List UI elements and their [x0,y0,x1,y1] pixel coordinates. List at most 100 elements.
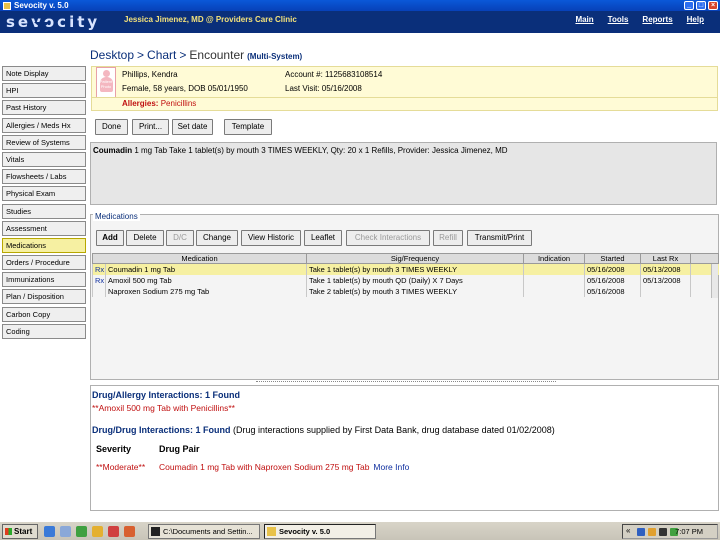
nav-plan-disposition[interactable]: Plan / Disposition [2,289,86,305]
breadcrumb-desktop[interactable]: Desktop [90,48,134,62]
start-button[interactable]: Start [2,524,38,539]
done-button[interactable]: Done [95,119,128,135]
nav-note-display[interactable]: Note Display [2,66,86,81]
delete-medication-button[interactable]: Delete [126,230,164,246]
patient-banner: Patient Photo Phillips, Kendra Female, 5… [91,66,718,98]
medication-indication [523,274,585,286]
media-quicklaunch-icon[interactable] [108,526,119,537]
menu-help[interactable]: Help [687,15,704,24]
medication-last-rx: 05/13/2008 [640,274,691,286]
table-header: Medication Sig/Frequency Indication Star… [92,253,719,264]
nav-hpi[interactable]: HPI [2,83,86,99]
person-head-icon [103,70,110,77]
table-scrollbar[interactable] [711,264,718,298]
windows-taskbar: Start C:\Documents and Settin... Sevocit… [0,521,720,540]
tray-expand-icon[interactable]: « [626,526,630,535]
rx-drug-name: Coumadin [93,146,133,155]
nav-flowsheets-labs[interactable]: Flowsheets / Labs [2,169,86,185]
breadcrumb: Desktop > Chart > Encounter (Multi-System) [90,48,302,62]
leaflet-button[interactable]: Leaflet [304,230,342,246]
patient-photo[interactable]: Patient Photo [96,67,116,98]
menu-reports[interactable]: Reports [642,15,672,24]
folder-quicklaunch-icon[interactable] [92,526,103,537]
medication-sig: Take 2 tablet(s) by mouth 3 TIMES WEEKLY [306,285,524,297]
refill-button[interactable]: Refill [433,230,463,246]
discontinue-button[interactable]: D/C [166,230,194,246]
column-medication[interactable]: Medication [92,253,307,264]
column-spacer [690,253,719,264]
nav-carbon-copy[interactable]: Carbon Copy [2,306,86,322]
taskbar-item-documents[interactable]: C:\Documents and Settin... [148,524,260,539]
app-quicklaunch-icon[interactable] [76,526,87,537]
nav-review-of-systems[interactable]: Review of Systems [2,134,86,150]
column-started[interactable]: Started [584,253,641,264]
column-sig-frequency[interactable]: Sig/Frequency [306,253,524,264]
drug-drug-title: Drug/Drug Interactions: 1 Found [92,425,231,435]
medication-started: 05/16/2008 [584,263,641,275]
medication-sig: Take 1 tablet(s) by mouth QD (Daily) X 7… [306,274,524,286]
transmit-print-button[interactable]: Transmit/Print [467,230,532,246]
view-historic-button[interactable]: View Historic [241,230,301,246]
nav-vitals[interactable]: Vitals [2,151,86,167]
nav-immunizations[interactable]: Immunizations [2,272,86,288]
change-button[interactable]: Change [196,230,238,246]
minimize-button[interactable]: _ [684,1,694,10]
nav-assessment[interactable]: Assessment [2,220,86,236]
rx-marker [92,285,106,297]
add-medication-button[interactable]: Add [96,230,124,246]
nav-past-history[interactable]: Past History [2,100,86,116]
left-nav: Note Display HPI Past History Allergies … [2,66,86,341]
column-last-rx[interactable]: Last Rx [640,253,691,264]
set-date-button[interactable]: Set date [172,119,213,135]
nav-coding[interactable]: Coding [2,323,86,339]
table-row[interactable]: Rx Coumadin 1 mg Tab Take 1 tablet(s) by… [92,263,719,275]
taskbar-item-sevocity[interactable]: Sevocity v. 5.0 [264,524,376,539]
medication-last-rx: 05/13/2008 [640,263,691,275]
more-info-link[interactable]: More Info [373,462,409,472]
medication-name: Amoxil 500 mg Tab [105,274,307,286]
template-button[interactable]: Template [224,119,272,135]
ie-quicklaunch-icon[interactable] [44,526,55,537]
window-title-bar[interactable]: Sevocity v. 5.0 _ □ × [0,0,720,11]
table-row[interactable]: Rx Amoxil 500 mg Tab Take 1 tablet(s) by… [92,274,719,286]
rx-marker: Rx [92,263,106,275]
task-label: Sevocity v. 5.0 [279,527,331,536]
breadcrumb-separator: > [137,48,145,62]
severity-column-header: Severity [96,444,132,454]
print-button[interactable]: Print... [132,119,169,135]
tray-volume-icon[interactable] [659,528,667,536]
drug-drug-title-line: Drug/Drug Interactions: 1 Found (Drug in… [92,425,555,435]
windows-logo-icon [5,528,12,535]
tray-security-icon[interactable] [648,528,656,536]
pane-splitter[interactable] [256,381,556,383]
menu-tools[interactable]: Tools [608,15,629,24]
task-label: C:\Documents and Settin... [163,527,253,536]
menu-main[interactable]: Main [575,15,593,24]
medication-indication [523,285,585,297]
breadcrumb-suffix: (Multi-System) [247,52,303,61]
nav-allergies-meds-hx[interactable]: Allergies / Meds Hx [2,117,86,133]
rx-marker: Rx [92,274,106,286]
drug-pair-value: Coumadin 1 mg Tab with Naproxen Sodium 2… [159,462,370,472]
table-row[interactable]: Naproxen Sodium 275 mg Tab Take 2 tablet… [92,285,719,297]
app-icon [3,1,11,10]
allergies-value: Penicillins [160,99,197,108]
nav-orders-procedure[interactable]: Orders / Procedure [2,255,86,271]
desktop-quicklaunch-icon[interactable] [60,526,71,537]
breadcrumb-separator: > [179,48,187,62]
drug-allergy-title: Drug/Allergy Interactions: 1 Found [92,390,241,400]
breadcrumb-chart[interactable]: Chart [147,48,176,62]
nav-medications[interactable]: Medications [2,237,86,253]
close-button[interactable]: × [708,1,718,10]
check-interactions-button[interactable]: Check Interactions [346,230,430,246]
allergies-label: Allergies: [122,99,159,108]
medication-name: Naproxen Sodium 275 mg Tab [105,285,307,297]
tray-network-icon[interactable] [637,528,645,536]
nav-studies[interactable]: Studies [2,203,86,219]
breadcrumb-encounter: Encounter [189,48,245,62]
outlook-quicklaunch-icon[interactable] [124,526,135,537]
nav-physical-exam[interactable]: Physical Exam [2,186,86,202]
column-indication[interactable]: Indication [523,253,585,264]
maximize-button[interactable]: □ [696,1,706,10]
cmd-icon [151,527,160,536]
